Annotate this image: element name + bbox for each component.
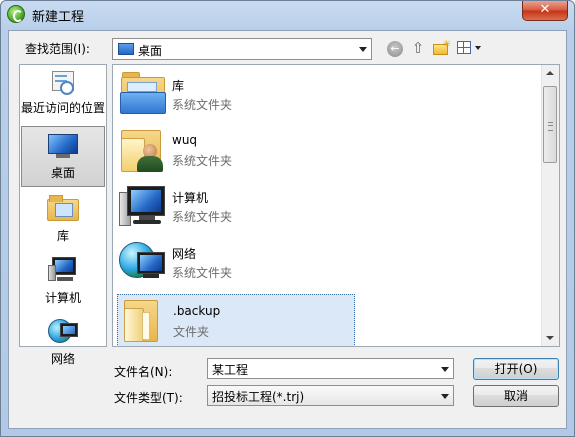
new-folder-button[interactable]: ✳ (433, 39, 451, 57)
user-folder-icon (119, 126, 165, 174)
network-icon (48, 317, 78, 343)
libraries-folder-icon (119, 70, 166, 116)
file-type: 系统文件夹 (172, 266, 233, 280)
desktop-icon (118, 43, 134, 55)
place-label: 库 (56, 229, 69, 243)
filename-value: 某工程 (212, 363, 249, 377)
file-type: 文件夹 (173, 325, 210, 339)
list-item[interactable]: .backup 文件夹 (117, 294, 355, 346)
cancel-button[interactable]: 取消 (473, 385, 559, 407)
network-icon (119, 238, 167, 284)
filetype-dropdown[interactable]: 招投标工程(*.trj) (207, 385, 454, 406)
look-in-value: 桌面 (138, 44, 163, 58)
scroll-up-arrow-icon[interactable] (546, 71, 554, 75)
filetype-value: 招投标工程(*.trj) (212, 390, 305, 404)
chevron-down-icon (359, 47, 367, 52)
computer-icon (48, 257, 78, 283)
scroll-down-arrow-icon[interactable] (546, 336, 554, 340)
place-label: 计算机 (44, 291, 81, 305)
folder-icon (120, 298, 164, 344)
list-item[interactable]: 网络 系统文件夹 (117, 235, 353, 287)
chevron-down-icon (441, 394, 449, 399)
up-folder-button[interactable]: ⇧ (410, 39, 426, 57)
filename-label: 文件名(N): (114, 365, 173, 379)
place-label: 最近访问的位置 (21, 101, 106, 115)
open-button[interactable]: 打开(O) (473, 358, 559, 380)
title-bar[interactable]: 新建工程 ✕ (1, 1, 574, 27)
file-type: 系统文件夹 (172, 98, 233, 112)
view-menu-button[interactable] (457, 39, 483, 57)
back-button[interactable]: ← (387, 41, 403, 57)
look-in-label: 查找范围(I): (25, 42, 90, 56)
file-name: wuq (172, 133, 198, 147)
list-item[interactable]: 计算机 系统文件夹 (117, 179, 353, 231)
places-bar: 最近访问的位置 桌面 库 计算机 (19, 64, 107, 347)
close-button[interactable]: ✕ (522, 1, 568, 21)
file-name: 库 (172, 79, 185, 93)
view-grid-icon (457, 41, 471, 54)
filetype-label: 文件类型(T): (114, 391, 183, 405)
place-libraries[interactable]: 库 (21, 191, 105, 247)
open-dialog-window: 新建工程 ✕ 查找范围(I): 桌面 ← ⇧ ✳ 最近访问的位置 桌面 库 计算… (0, 0, 575, 437)
place-network[interactable] (21, 315, 105, 345)
app-logo-icon (7, 5, 25, 23)
filename-input[interactable]: 某工程 (207, 358, 454, 379)
file-type: 系统文件夹 (172, 210, 233, 224)
place-computer[interactable]: 计算机 (21, 253, 105, 309)
file-type: 系统文件夹 (172, 154, 233, 168)
desktop-icon (48, 134, 78, 158)
window-title: 新建工程 (32, 10, 85, 25)
scrollbar-thumb[interactable] (543, 86, 557, 163)
chevron-down-icon (475, 46, 481, 50)
file-name: 计算机 (172, 191, 209, 205)
vertical-scrollbar[interactable] (541, 65, 559, 346)
chevron-down-icon[interactable] (441, 367, 449, 372)
file-list[interactable]: 库 系统文件夹 wuq 系统文件夹 计算机 系统文件夹 网络 系统文件夹 .ba… (112, 64, 560, 347)
sparkle-icon: ✳ (442, 39, 451, 50)
libraries-icon (47, 195, 79, 221)
place-desktop[interactable]: 桌面 (21, 126, 105, 187)
list-item[interactable]: wuq 系统文件夹 (117, 123, 353, 175)
list-item[interactable]: 库 系统文件夹 (117, 67, 353, 119)
look-in-dropdown[interactable]: 桌面 (112, 38, 372, 60)
file-name: .backup (173, 304, 221, 318)
file-name: 网络 (172, 247, 197, 261)
recent-places-icon (50, 71, 76, 95)
computer-icon (119, 182, 167, 228)
place-label: 桌面 (50, 166, 75, 180)
place-recent[interactable]: 最近访问的位置 (21, 67, 105, 123)
place-label: 网络 (50, 352, 75, 366)
